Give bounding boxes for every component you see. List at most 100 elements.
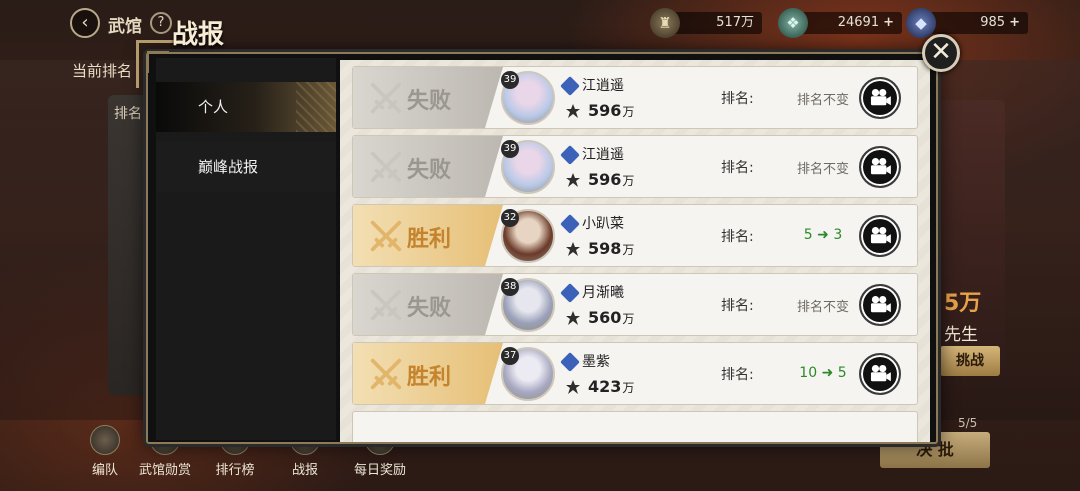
power-number: 423 xyxy=(588,377,622,396)
power-unit: 万 xyxy=(622,105,635,119)
power-number: 560 xyxy=(588,308,622,327)
crossed-swords-icon xyxy=(367,217,405,255)
nav-rewards-label: 武馆勋赏 xyxy=(138,463,191,478)
video-camera-icon xyxy=(870,226,891,244)
rank-label: 排名: xyxy=(721,160,754,176)
power-icon xyxy=(565,379,581,395)
video-camera-icon xyxy=(870,295,891,313)
rank-tier-icon xyxy=(560,352,580,372)
result-text: 胜利 xyxy=(407,364,452,390)
power-value: 596万 xyxy=(588,170,634,189)
video-camera-icon xyxy=(870,364,891,382)
battle-record-row: 胜利 32 小趴菜 598万 排名: 5 ➜ 3 xyxy=(352,204,918,267)
result-text: 胜利 xyxy=(407,226,452,252)
replay-button[interactable] xyxy=(859,284,901,326)
power-icon xyxy=(565,241,581,257)
power-unit: 万 xyxy=(622,381,635,395)
level-badge: 38 xyxy=(501,278,519,296)
result-badge: 胜利 xyxy=(353,205,503,266)
battle-record-row: 失败 39 江逍遥 596万 排名: 排名不变 xyxy=(352,66,918,129)
power-number: 596 xyxy=(588,170,622,189)
power-unit: 万 xyxy=(622,312,635,326)
player-name: 江逍遥 xyxy=(582,78,624,94)
report-menu: 个人 巅峰战报 xyxy=(156,58,336,440)
player-name: 墨紫 xyxy=(582,354,610,370)
tab-peak-report[interactable]: 巅峰战报 xyxy=(156,142,336,192)
power-value: 423万 xyxy=(588,377,634,396)
power-value: 560万 xyxy=(588,308,634,327)
power-number: 596 xyxy=(588,101,622,120)
rank-from: 5 xyxy=(803,227,813,243)
level-badge: 39 xyxy=(501,140,519,158)
player-name: 月渐曦 xyxy=(582,285,624,301)
rank-to: 3 xyxy=(833,227,843,243)
rank-to: 5 xyxy=(837,365,847,381)
result-text: 失败 xyxy=(407,157,452,183)
replay-button[interactable] xyxy=(859,77,901,119)
level-badge: 32 xyxy=(501,209,519,227)
challenge-button[interactable]: 挑战 xyxy=(940,346,1000,376)
power-unit: 万 xyxy=(622,174,635,188)
crystal-icon: ◆ xyxy=(906,8,936,38)
level-badge: 39 xyxy=(501,71,519,89)
battle-record-row: 胜利 37 墨紫 423万 排名: 10 ➜ 5 xyxy=(352,342,918,405)
rank-tier-icon xyxy=(560,76,580,96)
replay-button[interactable] xyxy=(859,146,901,188)
nav-leaderboard-label: 排行榜 xyxy=(215,463,255,478)
arrow-right-icon: ➜ xyxy=(821,365,834,381)
crossed-swords-icon xyxy=(367,148,405,186)
rank-label: 排名: xyxy=(721,91,754,107)
page-indicator: 5/5 xyxy=(958,416,978,430)
rank-label: 排名: xyxy=(721,367,754,383)
help-icon[interactable]: ? xyxy=(150,12,172,34)
rank-change: 10 ➜ 5 xyxy=(773,365,873,381)
add-crystal-button[interactable]: + xyxy=(1009,15,1020,30)
rank-tier-icon xyxy=(560,214,580,234)
rank-tier-icon xyxy=(560,145,580,165)
report-list[interactable]: 失败 39 江逍遥 596万 排名: 排名不变 失败 39 江逍遥 596万 排名: 排名不变 胜利 32… xyxy=(340,60,930,442)
power-icon xyxy=(565,172,581,188)
rank-change: 排名不变 xyxy=(796,162,849,177)
result-badge: 失败 xyxy=(353,67,503,128)
crest-icon: ♜ xyxy=(650,8,680,38)
result-text: 失败 xyxy=(407,295,452,321)
formation-icon xyxy=(90,425,120,455)
resource-crest: ♜ 517万 xyxy=(650,8,762,38)
crossed-swords-icon xyxy=(367,286,405,324)
close-button[interactable]: ✕ xyxy=(922,34,960,72)
battle-record-row xyxy=(352,411,918,442)
power-unit: 万 xyxy=(622,243,635,257)
power-value: 596万 xyxy=(588,101,634,120)
right-card-power: 5万 xyxy=(944,291,982,316)
result-badge: 失败 xyxy=(353,274,503,335)
video-camera-icon xyxy=(870,88,891,106)
player-name: 江逍遥 xyxy=(582,147,624,163)
result-badge: 胜利 xyxy=(353,343,503,404)
player-name: 小趴菜 xyxy=(582,216,624,232)
rank-label: 排名: xyxy=(721,229,754,245)
page-title: 武馆 xyxy=(108,17,142,37)
nav-battle-report-label: 战报 xyxy=(291,463,318,478)
add-jade-button[interactable]: + xyxy=(883,15,894,30)
resource-jade-value: 24691 xyxy=(837,15,880,30)
right-card-name: 先生 xyxy=(944,325,978,345)
resource-jade: ❖ 24691 + xyxy=(778,8,902,38)
battle-record-row: 失败 39 江逍遥 596万 排名: 排名不变 xyxy=(352,135,918,198)
level-badge: 37 xyxy=(501,347,519,365)
tab-personal[interactable]: 个人 xyxy=(156,82,336,132)
crossed-swords-icon xyxy=(367,79,405,117)
replay-button[interactable] xyxy=(859,215,901,257)
modal-title: 战报 xyxy=(172,20,225,50)
resource-crystal-value: 985 xyxy=(980,15,1006,30)
arrow-right-icon: ➜ xyxy=(817,227,829,243)
rank-change: 排名不变 xyxy=(796,300,849,315)
replay-button[interactable] xyxy=(859,353,901,395)
rank-from: 10 xyxy=(799,365,818,381)
resource-crest-value: 517万 xyxy=(716,15,754,30)
resource-crystal: ◆ 985 + xyxy=(906,8,1028,38)
power-number: 598 xyxy=(588,239,622,258)
nav-daily-reward-label: 每日奖励 xyxy=(353,463,406,478)
current-rank-label: 当前排名 xyxy=(72,62,133,80)
rank-change: 排名不变 xyxy=(796,93,849,108)
back-button[interactable]: ‹ xyxy=(70,8,100,38)
